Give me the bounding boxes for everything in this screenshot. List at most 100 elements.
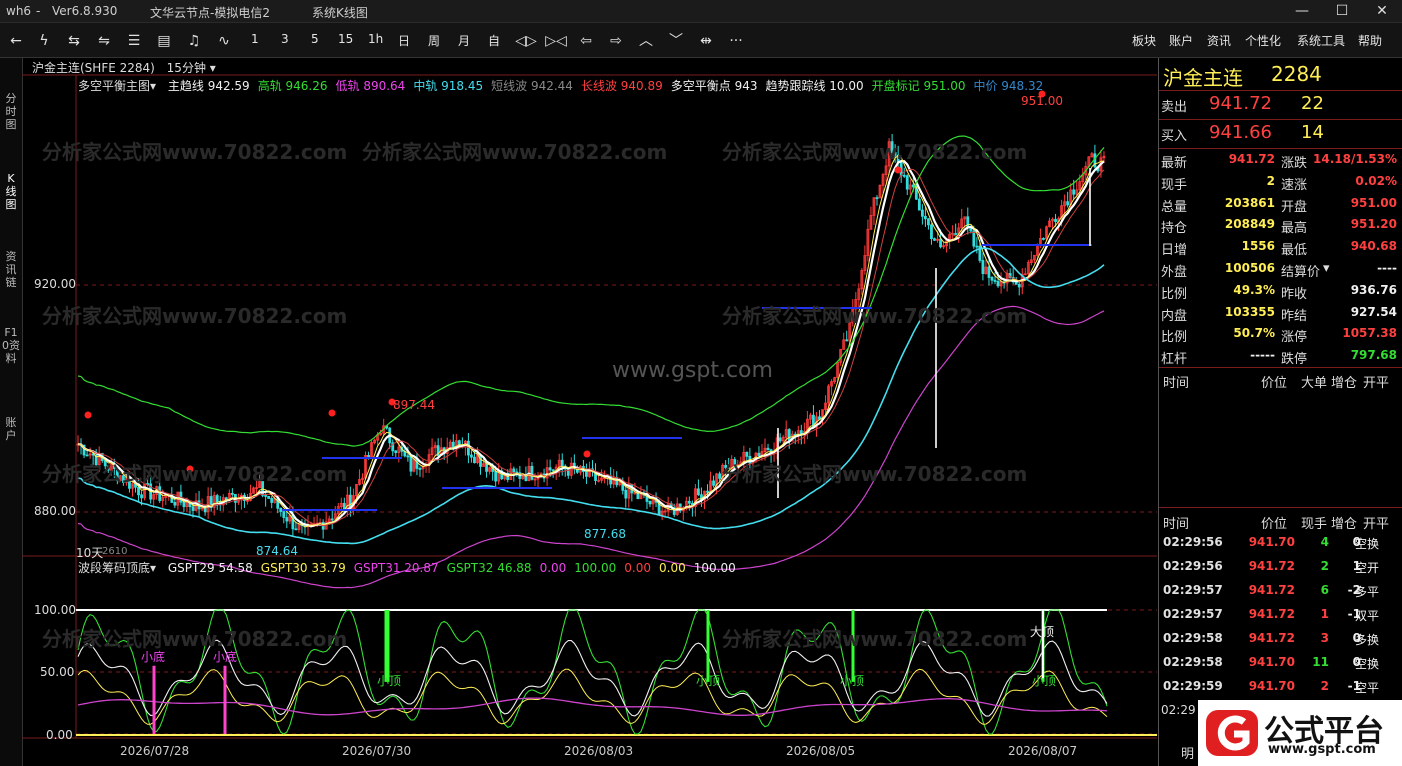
tab-news-chain[interactable]: 资讯链 xyxy=(2,250,20,289)
candle-body xyxy=(920,209,924,217)
big-top-label: 大顶 xyxy=(1030,625,1055,639)
back-arrow-icon[interactable]: ← xyxy=(4,31,28,51)
order-icon[interactable]: ⇆ xyxy=(62,31,86,51)
candle-body xyxy=(712,480,715,486)
chart-mode: 系统K线图 xyxy=(312,6,368,20)
tick-row[interactable]: 02:29:58 941.70 11 0 空换 xyxy=(1159,652,1402,674)
quote-stat-row: 总量 203861 开盘 951.00 xyxy=(1159,193,1402,215)
stat-value: 941.72 xyxy=(1228,152,1275,166)
sub-indicator-value-6: 0.00 xyxy=(624,561,651,575)
zoom-out-icon[interactable]: ▷◁ xyxy=(544,31,568,51)
main-indicator-value-6: 多空平衡点 943 xyxy=(670,79,758,93)
tick-price: 941.72 xyxy=(1248,607,1295,621)
menu-account[interactable]: 账户 xyxy=(1169,32,1193,49)
tab-kline[interactable]: K线图 xyxy=(2,172,20,211)
candle-body xyxy=(294,528,298,531)
tick-row[interactable]: 02:29:57 941.72 6 -2 多平 xyxy=(1159,580,1402,602)
menu-help[interactable]: 帮助 xyxy=(1358,32,1382,49)
stat-label: 最低 xyxy=(1281,243,1308,259)
candle-body xyxy=(996,281,1000,287)
main-indicator-header: 多空平衡主图▾ 主趋线 942.59 高轨 946.26 低轨 890.64 中轨 9… xyxy=(78,77,1043,94)
bid-row[interactable]: 买入 941.66 14 xyxy=(1159,120,1402,148)
candle-body xyxy=(993,279,997,282)
ask-row[interactable]: 卖出 941.72 22 xyxy=(1159,91,1402,119)
candle-body xyxy=(551,469,555,472)
tick-volume: 2 xyxy=(1320,559,1329,573)
candle-body xyxy=(787,429,791,442)
tick-row[interactable]: 02:29:56 941.70 4 0 空换 xyxy=(1159,532,1402,554)
zoom-in-icon[interactable]: ◁▷ xyxy=(514,31,538,51)
period-week[interactable]: 周 xyxy=(428,32,440,49)
layout-icon[interactable]: ▤ xyxy=(152,31,176,51)
main-indicator-selector[interactable]: 多空平衡主图 xyxy=(78,79,150,93)
alert-bell-icon[interactable]: ♫ xyxy=(182,31,206,51)
tick-row[interactable]: 02:29:59 941.70 2 -1 空平 xyxy=(1159,676,1402,698)
candle-body xyxy=(990,277,994,281)
down-icon[interactable]: ﹀ xyxy=(664,31,688,51)
tab-intraday[interactable]: 分时图 xyxy=(2,92,20,131)
stat-value: 0.02% xyxy=(1355,173,1397,188)
stat-value: 100506 xyxy=(1224,261,1275,275)
candle-body xyxy=(766,447,770,451)
symbol-selector[interactable]: 沪金主连(SHFE 2284) 15分钟 ▾ xyxy=(32,59,216,76)
candle-body xyxy=(648,500,652,505)
menu-system-tools[interactable]: 系统工具 xyxy=(1297,32,1345,49)
tab-f10[interactable]: F10资料 xyxy=(2,326,20,365)
y-axis-label-920: 920.00 xyxy=(34,277,76,291)
candle-body xyxy=(987,266,991,278)
sub-y-label-0: 0.00 xyxy=(46,728,73,742)
period-selector[interactable]: 15分钟 xyxy=(167,61,206,75)
candle-body xyxy=(624,489,628,499)
candle-body xyxy=(394,450,398,454)
candle-body xyxy=(409,455,413,472)
candle-body xyxy=(418,468,422,470)
tick-row[interactable]: 02:29:56 941.72 2 1 空开 xyxy=(1159,556,1402,578)
period-5m[interactable]: 5 xyxy=(311,32,319,46)
main-indicator-value-2: 低轨 890.64 xyxy=(335,79,406,93)
close-icon[interactable]: ✕ xyxy=(1362,0,1402,22)
bid-label: 买入 xyxy=(1161,129,1188,144)
tab-hint[interactable]: 明 xyxy=(1181,743,1194,762)
lightning-icon[interactable]: ϟ xyxy=(32,31,56,51)
tick-time: 02:29:59 xyxy=(1163,679,1223,693)
menu-news[interactable]: 资讯 xyxy=(1207,32,1231,49)
candle-body xyxy=(927,218,930,226)
minimize-icon[interactable]: — xyxy=(1282,0,1322,22)
period-month[interactable]: 月 xyxy=(458,32,470,49)
app-version: Ver6.8.930 xyxy=(52,4,118,18)
stat-label: 涨跌 xyxy=(1281,156,1308,171)
tick-type: 多平 xyxy=(1355,585,1380,599)
crosshair-icon[interactable]: ⇹ xyxy=(694,31,718,51)
maximize-icon[interactable]: ☐ xyxy=(1322,0,1362,22)
tick-col-vol: 现手 xyxy=(1301,517,1328,532)
quote-stat-row: 杠杆 ----- 跌停 797.68 xyxy=(1159,345,1402,367)
menu-personalize[interactable]: 个性化 xyxy=(1245,32,1281,49)
sub-indicator-value-8: 100.00 xyxy=(693,561,736,575)
watermark-2: 分析家公式网www.70822.com xyxy=(362,140,668,164)
move-left-icon[interactable]: ⇦ xyxy=(574,31,598,51)
tab-account[interactable]: 账户 xyxy=(2,416,20,442)
chart-area[interactable]: 沪金主连(SHFE 2284) 15分钟 ▾ 多空平衡主图▾ 主趋线 942.5… xyxy=(22,58,1157,766)
condition-order-icon[interactable]: ⇋ xyxy=(92,31,116,51)
period-custom[interactable]: 自 xyxy=(488,32,500,49)
tick-row[interactable]: 02:29:58 941.72 3 0 多换 xyxy=(1159,628,1402,650)
up-icon[interactable]: ︿ xyxy=(634,31,658,51)
period-15m[interactable]: 15 xyxy=(338,32,353,46)
menu-sector[interactable]: 板块 xyxy=(1132,32,1156,49)
sub-indicator-selector[interactable]: 波段筹码顶底 xyxy=(78,561,150,575)
tick-type: 空换 xyxy=(1355,657,1380,671)
tick-row[interactable]: 02:29:57 941.72 1 -1 双平 xyxy=(1159,604,1402,626)
quote-stat-row: 持仓 208849 最高 951.20 xyxy=(1159,214,1402,236)
move-right-icon[interactable]: ⇨ xyxy=(604,31,628,51)
chevron-down-icon[interactable]: ▾ xyxy=(1323,261,1330,276)
period-1m[interactable]: 1 xyxy=(251,32,259,46)
stat-label: 昨收 xyxy=(1281,286,1308,302)
line-chart-icon[interactable]: ∿ xyxy=(212,31,236,51)
x-axis-label-5: 2026/08/07 xyxy=(1008,744,1078,758)
more-icon[interactable]: ··· xyxy=(724,31,748,51)
period-3m[interactable]: 3 xyxy=(281,32,289,46)
period-day[interactable]: 日 xyxy=(398,32,410,49)
small-bottom-label-2: 小底 xyxy=(213,650,238,664)
period-1h[interactable]: 1h xyxy=(368,32,383,46)
list-icon[interactable]: ☰ xyxy=(122,31,146,51)
